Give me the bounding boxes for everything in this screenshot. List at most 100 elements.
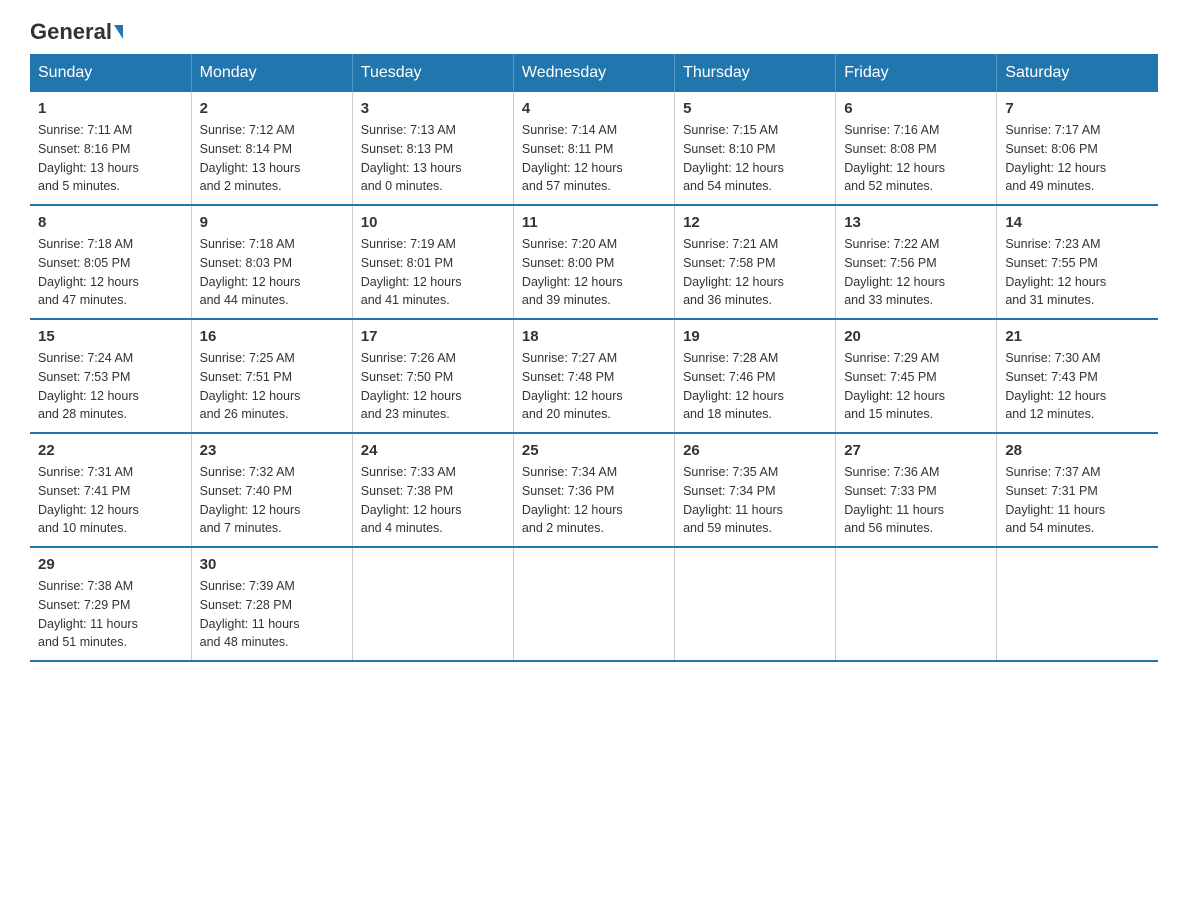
calendar-cell: 17 Sunrise: 7:26 AMSunset: 7:50 PMDaylig… bbox=[352, 319, 513, 433]
logo: General bbox=[30, 20, 123, 44]
calendar-cell bbox=[352, 547, 513, 661]
calendar-week-row: 1 Sunrise: 7:11 AMSunset: 8:16 PMDayligh… bbox=[30, 92, 1158, 205]
day-number: 15 bbox=[38, 328, 183, 345]
calendar-cell: 1 Sunrise: 7:11 AMSunset: 8:16 PMDayligh… bbox=[30, 92, 191, 205]
cell-details: Sunrise: 7:32 AMSunset: 7:40 PMDaylight:… bbox=[200, 465, 301, 535]
calendar-cell: 24 Sunrise: 7:33 AMSunset: 7:38 PMDaylig… bbox=[352, 433, 513, 547]
calendar-cell: 16 Sunrise: 7:25 AMSunset: 7:51 PMDaylig… bbox=[191, 319, 352, 433]
day-number: 8 bbox=[38, 214, 183, 231]
cell-details: Sunrise: 7:16 AMSunset: 8:08 PMDaylight:… bbox=[844, 123, 945, 193]
day-number: 3 bbox=[361, 100, 505, 117]
day-number: 11 bbox=[522, 214, 666, 231]
cell-details: Sunrise: 7:29 AMSunset: 7:45 PMDaylight:… bbox=[844, 351, 945, 421]
day-number: 17 bbox=[361, 328, 505, 345]
calendar-week-row: 15 Sunrise: 7:24 AMSunset: 7:53 PMDaylig… bbox=[30, 319, 1158, 433]
day-number: 22 bbox=[38, 442, 183, 459]
day-number: 25 bbox=[522, 442, 666, 459]
day-number: 1 bbox=[38, 100, 183, 117]
calendar-cell: 26 Sunrise: 7:35 AMSunset: 7:34 PMDaylig… bbox=[675, 433, 836, 547]
calendar-cell: 8 Sunrise: 7:18 AMSunset: 8:05 PMDayligh… bbox=[30, 205, 191, 319]
cell-details: Sunrise: 7:26 AMSunset: 7:50 PMDaylight:… bbox=[361, 351, 462, 421]
calendar-cell: 20 Sunrise: 7:29 AMSunset: 7:45 PMDaylig… bbox=[836, 319, 997, 433]
cell-details: Sunrise: 7:19 AMSunset: 8:01 PMDaylight:… bbox=[361, 237, 462, 307]
cell-details: Sunrise: 7:14 AMSunset: 8:11 PMDaylight:… bbox=[522, 123, 623, 193]
day-number: 7 bbox=[1005, 100, 1150, 117]
calendar-cell: 3 Sunrise: 7:13 AMSunset: 8:13 PMDayligh… bbox=[352, 92, 513, 205]
calendar-cell: 5 Sunrise: 7:15 AMSunset: 8:10 PMDayligh… bbox=[675, 92, 836, 205]
calendar-week-row: 8 Sunrise: 7:18 AMSunset: 8:05 PMDayligh… bbox=[30, 205, 1158, 319]
col-monday: Monday bbox=[191, 54, 352, 92]
cell-details: Sunrise: 7:17 AMSunset: 8:06 PMDaylight:… bbox=[1005, 123, 1106, 193]
day-number: 6 bbox=[844, 100, 988, 117]
cell-details: Sunrise: 7:18 AMSunset: 8:03 PMDaylight:… bbox=[200, 237, 301, 307]
day-number: 21 bbox=[1005, 328, 1150, 345]
cell-details: Sunrise: 7:36 AMSunset: 7:33 PMDaylight:… bbox=[844, 465, 944, 535]
logo-triangle-icon bbox=[114, 25, 123, 39]
cell-details: Sunrise: 7:23 AMSunset: 7:55 PMDaylight:… bbox=[1005, 237, 1106, 307]
calendar-cell: 7 Sunrise: 7:17 AMSunset: 8:06 PMDayligh… bbox=[997, 92, 1158, 205]
cell-details: Sunrise: 7:15 AMSunset: 8:10 PMDaylight:… bbox=[683, 123, 784, 193]
day-number: 20 bbox=[844, 328, 988, 345]
col-saturday: Saturday bbox=[997, 54, 1158, 92]
day-number: 28 bbox=[1005, 442, 1150, 459]
calendar-header-row: Sunday Monday Tuesday Wednesday Thursday… bbox=[30, 54, 1158, 92]
page-header: General bbox=[30, 20, 1158, 44]
calendar-table: Sunday Monday Tuesday Wednesday Thursday… bbox=[30, 54, 1158, 662]
cell-details: Sunrise: 7:27 AMSunset: 7:48 PMDaylight:… bbox=[522, 351, 623, 421]
cell-details: Sunrise: 7:21 AMSunset: 7:58 PMDaylight:… bbox=[683, 237, 784, 307]
calendar-cell: 29 Sunrise: 7:38 AMSunset: 7:29 PMDaylig… bbox=[30, 547, 191, 661]
cell-details: Sunrise: 7:18 AMSunset: 8:05 PMDaylight:… bbox=[38, 237, 139, 307]
calendar-cell: 28 Sunrise: 7:37 AMSunset: 7:31 PMDaylig… bbox=[997, 433, 1158, 547]
day-number: 5 bbox=[683, 100, 827, 117]
calendar-cell: 14 Sunrise: 7:23 AMSunset: 7:55 PMDaylig… bbox=[997, 205, 1158, 319]
calendar-cell: 18 Sunrise: 7:27 AMSunset: 7:48 PMDaylig… bbox=[513, 319, 674, 433]
day-number: 13 bbox=[844, 214, 988, 231]
day-number: 9 bbox=[200, 214, 344, 231]
calendar-cell: 21 Sunrise: 7:30 AMSunset: 7:43 PMDaylig… bbox=[997, 319, 1158, 433]
day-number: 19 bbox=[683, 328, 827, 345]
calendar-cell: 6 Sunrise: 7:16 AMSunset: 8:08 PMDayligh… bbox=[836, 92, 997, 205]
col-thursday: Thursday bbox=[675, 54, 836, 92]
calendar-week-row: 29 Sunrise: 7:38 AMSunset: 7:29 PMDaylig… bbox=[30, 547, 1158, 661]
logo-general: General bbox=[30, 20, 112, 44]
calendar-cell: 22 Sunrise: 7:31 AMSunset: 7:41 PMDaylig… bbox=[30, 433, 191, 547]
cell-details: Sunrise: 7:12 AMSunset: 8:14 PMDaylight:… bbox=[200, 123, 301, 193]
col-friday: Friday bbox=[836, 54, 997, 92]
cell-details: Sunrise: 7:39 AMSunset: 7:28 PMDaylight:… bbox=[200, 579, 300, 649]
calendar-cell: 15 Sunrise: 7:24 AMSunset: 7:53 PMDaylig… bbox=[30, 319, 191, 433]
calendar-cell: 25 Sunrise: 7:34 AMSunset: 7:36 PMDaylig… bbox=[513, 433, 674, 547]
day-number: 10 bbox=[361, 214, 505, 231]
col-tuesday: Tuesday bbox=[352, 54, 513, 92]
cell-details: Sunrise: 7:31 AMSunset: 7:41 PMDaylight:… bbox=[38, 465, 139, 535]
day-number: 23 bbox=[200, 442, 344, 459]
day-number: 27 bbox=[844, 442, 988, 459]
day-number: 14 bbox=[1005, 214, 1150, 231]
calendar-cell bbox=[836, 547, 997, 661]
calendar-cell: 13 Sunrise: 7:22 AMSunset: 7:56 PMDaylig… bbox=[836, 205, 997, 319]
calendar-cell: 19 Sunrise: 7:28 AMSunset: 7:46 PMDaylig… bbox=[675, 319, 836, 433]
cell-details: Sunrise: 7:22 AMSunset: 7:56 PMDaylight:… bbox=[844, 237, 945, 307]
calendar-cell: 11 Sunrise: 7:20 AMSunset: 8:00 PMDaylig… bbox=[513, 205, 674, 319]
calendar-cell bbox=[675, 547, 836, 661]
cell-details: Sunrise: 7:24 AMSunset: 7:53 PMDaylight:… bbox=[38, 351, 139, 421]
day-number: 16 bbox=[200, 328, 344, 345]
calendar-cell: 27 Sunrise: 7:36 AMSunset: 7:33 PMDaylig… bbox=[836, 433, 997, 547]
calendar-cell: 23 Sunrise: 7:32 AMSunset: 7:40 PMDaylig… bbox=[191, 433, 352, 547]
cell-details: Sunrise: 7:25 AMSunset: 7:51 PMDaylight:… bbox=[200, 351, 301, 421]
cell-details: Sunrise: 7:33 AMSunset: 7:38 PMDaylight:… bbox=[361, 465, 462, 535]
cell-details: Sunrise: 7:30 AMSunset: 7:43 PMDaylight:… bbox=[1005, 351, 1106, 421]
calendar-cell: 30 Sunrise: 7:39 AMSunset: 7:28 PMDaylig… bbox=[191, 547, 352, 661]
col-wednesday: Wednesday bbox=[513, 54, 674, 92]
day-number: 30 bbox=[200, 556, 344, 573]
calendar-cell bbox=[513, 547, 674, 661]
day-number: 4 bbox=[522, 100, 666, 117]
calendar-cell: 12 Sunrise: 7:21 AMSunset: 7:58 PMDaylig… bbox=[675, 205, 836, 319]
calendar-cell: 2 Sunrise: 7:12 AMSunset: 8:14 PMDayligh… bbox=[191, 92, 352, 205]
cell-details: Sunrise: 7:11 AMSunset: 8:16 PMDaylight:… bbox=[38, 123, 139, 193]
calendar-cell: 9 Sunrise: 7:18 AMSunset: 8:03 PMDayligh… bbox=[191, 205, 352, 319]
day-number: 26 bbox=[683, 442, 827, 459]
cell-details: Sunrise: 7:34 AMSunset: 7:36 PMDaylight:… bbox=[522, 465, 623, 535]
day-number: 29 bbox=[38, 556, 183, 573]
cell-details: Sunrise: 7:13 AMSunset: 8:13 PMDaylight:… bbox=[361, 123, 462, 193]
day-number: 12 bbox=[683, 214, 827, 231]
